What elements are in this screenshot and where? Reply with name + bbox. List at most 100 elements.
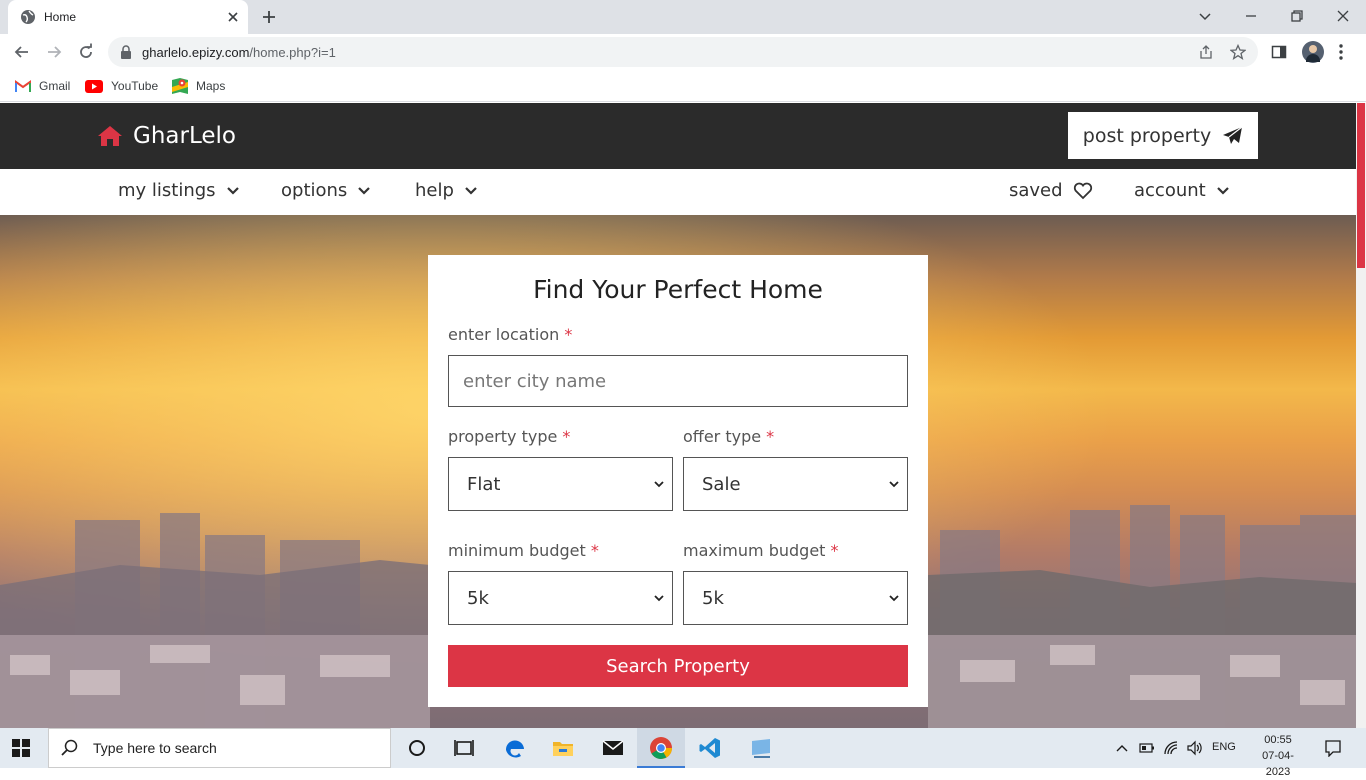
- profile-avatar[interactable]: [1302, 41, 1324, 63]
- bookmark-maps[interactable]: Maps: [172, 77, 225, 95]
- chevron-down-icon: [226, 186, 239, 195]
- url-text[interactable]: gharlelo.epizy.com/home.php?i=1: [142, 45, 336, 60]
- min-budget-label: minimum budget *: [448, 541, 599, 560]
- url-path: /home.php?i=1: [249, 45, 336, 60]
- post-property-label: post property: [1082, 124, 1212, 147]
- chrome-icon: [650, 737, 672, 759]
- vscode-icon[interactable]: [698, 736, 722, 760]
- nav-help[interactable]: help: [415, 180, 478, 201]
- post-property-button[interactable]: post property: [1068, 112, 1258, 159]
- select-chevron-icon: [889, 481, 899, 488]
- maps-icon: [172, 78, 188, 94]
- close-window-icon[interactable]: [1333, 6, 1353, 26]
- mail-icon[interactable]: [601, 736, 625, 760]
- required-marker: *: [562, 427, 571, 446]
- nav-saved[interactable]: saved: [1009, 180, 1093, 201]
- browser-tab-home[interactable]: Home: [8, 0, 248, 34]
- bookmark-youtube-label: YouTube: [111, 79, 159, 93]
- max-budget-value: 5k: [702, 587, 724, 609]
- show-hidden-icons-chevron-icon[interactable]: [1115, 742, 1129, 754]
- minimize-icon[interactable]: [1241, 6, 1261, 26]
- new-tab-icon[interactable]: [260, 8, 278, 26]
- bookmark-star-icon[interactable]: [1230, 44, 1246, 60]
- brand-name: GharLelo: [133, 123, 236, 149]
- nav-options[interactable]: options: [281, 180, 371, 201]
- volume-icon[interactable]: [1186, 740, 1204, 756]
- min-budget-select[interactable]: 5k: [448, 571, 673, 625]
- taskbar-search-box[interactable]: Type here to search: [48, 728, 391, 768]
- gmail-icon: [15, 80, 31, 92]
- windows-taskbar: Type here to search ENG 00:55 07-04-2023: [0, 728, 1366, 778]
- menu-kebab-icon[interactable]: [1338, 43, 1344, 61]
- search-property-button[interactable]: Search Property: [448, 645, 908, 687]
- offer-type-label-text: offer type: [683, 427, 762, 446]
- scrollbar-thumb[interactable]: [1357, 103, 1365, 268]
- property-search-card: Find Your Perfect Home enter location * …: [428, 255, 928, 707]
- tab-search-chevron-icon[interactable]: [1195, 6, 1215, 26]
- offer-type-label: offer type *: [683, 427, 774, 446]
- wifi-icon[interactable]: [1163, 740, 1179, 756]
- chevron-down-icon: [465, 186, 477, 195]
- nav-options-label: options: [281, 180, 348, 201]
- clock-time: 00:55: [1264, 734, 1292, 746]
- location-label-text: enter location: [448, 325, 560, 344]
- paper-plane-icon: [1223, 126, 1243, 144]
- required-marker: *: [590, 541, 599, 560]
- heart-icon: [1073, 182, 1092, 199]
- globe-icon: [21, 10, 35, 24]
- taskbar-search-placeholder: Type here to search: [93, 740, 217, 756]
- input-language[interactable]: ENG: [1212, 741, 1236, 753]
- battery-icon[interactable]: [1139, 742, 1155, 754]
- desktop-app-icon[interactable]: [749, 736, 773, 760]
- bookmark-gmail-label: Gmail: [39, 79, 71, 93]
- select-chevron-icon: [654, 481, 664, 488]
- back-arrow-icon[interactable]: [12, 42, 32, 62]
- search-icon: [61, 739, 78, 756]
- youtube-icon: [85, 79, 103, 93]
- chevron-down-icon: [1216, 186, 1229, 195]
- chrome-taskbar-item[interactable]: [637, 728, 685, 768]
- clock[interactable]: 00:55 07-04-2023: [1250, 732, 1306, 780]
- notifications-icon[interactable]: [1324, 739, 1342, 757]
- task-view-icon[interactable]: [452, 736, 476, 760]
- offer-type-value: Sale: [702, 473, 741, 495]
- restore-icon[interactable]: [1287, 6, 1307, 26]
- nav-account[interactable]: account: [1134, 180, 1230, 201]
- min-budget-label-text: minimum budget: [448, 541, 586, 560]
- max-budget-label-text: maximum budget: [683, 541, 826, 560]
- site-logo[interactable]: GharLelo: [97, 123, 236, 149]
- nav-my-listings-label: my listings: [118, 180, 216, 201]
- address-bar[interactable]: gharlelo.epizy.com/home.php?i=1: [108, 37, 1258, 67]
- close-tab-icon[interactable]: [224, 8, 242, 26]
- page-scrollbar[interactable]: [1356, 103, 1366, 728]
- site-nav: my listings options help saved account: [0, 169, 1356, 215]
- windows-start-icon[interactable]: [12, 739, 30, 757]
- edge-browser-icon[interactable]: [503, 736, 527, 760]
- property-type-label-text: property type: [448, 427, 558, 446]
- max-budget-select[interactable]: 5k: [683, 571, 908, 625]
- property-type-select[interactable]: Flat: [448, 457, 673, 511]
- url-host: gharlelo.epizy.com: [142, 45, 250, 60]
- reload-icon[interactable]: [76, 42, 96, 62]
- share-icon[interactable]: [1198, 44, 1214, 60]
- min-budget-value: 5k: [467, 587, 489, 609]
- forward-arrow-icon[interactable]: [44, 42, 64, 62]
- lock-icon[interactable]: [120, 45, 132, 59]
- site-header: GharLelo post property: [0, 103, 1356, 169]
- cortana-icon[interactable]: [405, 736, 429, 760]
- nav-my-listings[interactable]: my listings: [118, 180, 240, 201]
- tab-title: Home: [44, 10, 77, 24]
- bookmark-gmail[interactable]: Gmail: [15, 77, 70, 95]
- side-panel-icon[interactable]: [1271, 44, 1287, 60]
- location-input[interactable]: [448, 355, 908, 407]
- bookmark-youtube[interactable]: YouTube: [85, 77, 158, 95]
- browser-tab-strip: Home: [0, 0, 1366, 34]
- file-explorer-icon[interactable]: [551, 736, 575, 760]
- property-type-label: property type *: [448, 427, 570, 446]
- chevron-down-icon: [358, 186, 371, 195]
- property-type-value: Flat: [467, 473, 501, 495]
- bookmarks-bar: Gmail YouTube Maps: [0, 70, 1366, 102]
- bookmark-maps-label: Maps: [196, 79, 226, 93]
- nav-account-label: account: [1134, 180, 1206, 201]
- offer-type-select[interactable]: Sale: [683, 457, 908, 511]
